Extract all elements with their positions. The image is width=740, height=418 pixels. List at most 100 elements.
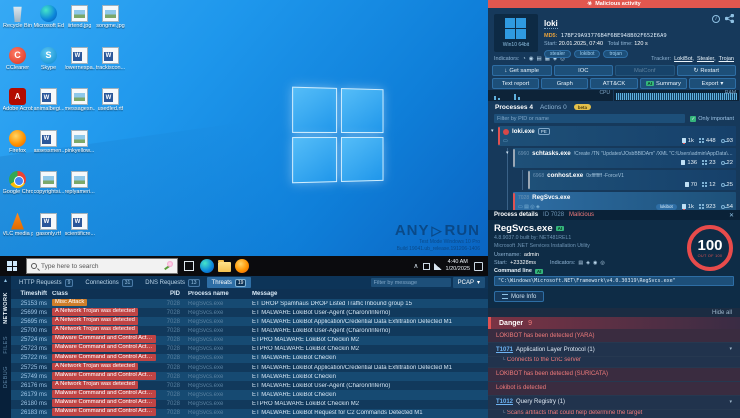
- desktop-icon-file[interactable]: scientificre...: [64, 211, 95, 253]
- desktop-icon-edge[interactable]: Microsoft Edge: [33, 3, 64, 45]
- files-stat[interactable]: 1k: [682, 204, 694, 210]
- mitre-technique-link[interactable]: T1012: [496, 399, 513, 405]
- desktop-icon-recycle-bin[interactable]: Recycle Bin: [2, 3, 33, 45]
- filter-message-input[interactable]: Filter by message: [371, 278, 451, 287]
- task-view-button[interactable]: [184, 261, 194, 271]
- registry-stat[interactable]: 93: [721, 138, 733, 144]
- table-row[interactable]: 25749 msMalware Command and Control Acti…: [11, 372, 488, 381]
- indicator-icon[interactable]: ◈: [586, 260, 590, 266]
- desktop-icon-acrobat[interactable]: AAdobe Acrobat: [2, 86, 33, 128]
- text-report-button[interactable]: Text report: [492, 78, 539, 89]
- tab-processes[interactable]: Processes 4: [495, 104, 533, 111]
- side-tab-debug[interactable]: DEBUG: [3, 366, 9, 388]
- registry-stat[interactable]: 22: [721, 160, 733, 166]
- summary-button[interactable]: AISummary: [640, 78, 687, 89]
- ai-badge[interactable]: AI: [535, 269, 544, 274]
- table-row[interactable]: 25723 msMalware Command and Control Acti…: [11, 345, 488, 354]
- tag-lokibot[interactable]: lokibot: [574, 50, 600, 58]
- tray-icon[interactable]: [423, 263, 430, 270]
- attack-button[interactable]: ATT&CK: [590, 78, 637, 89]
- ioc-button[interactable]: IOC: [554, 65, 614, 76]
- process-row-regsvcs[interactable]: 7028RegSvcs.exe ▭ ▤ ◎ ◈ lokibot 1k 923 5…: [513, 192, 736, 210]
- table-row[interactable]: 25695 msA Network Trojan was detected702…: [11, 317, 488, 326]
- command-line-value[interactable]: "C:\Windows\Microsoft.NET\Framework\v4.0…: [494, 276, 734, 286]
- danger-item[interactable]: LOKIBOT has been detected (SURICATA): [488, 368, 740, 382]
- desktop-icon-file[interactable]: lowernespa...: [64, 45, 95, 87]
- tag-stealer[interactable]: stealer: [544, 50, 571, 58]
- mitre-technique-link[interactable]: T1071: [496, 347, 513, 353]
- desktop-icon-vlc[interactable]: VLC media player: [2, 211, 33, 253]
- indicator-icon[interactable]: ◎: [600, 260, 604, 266]
- pcap-button[interactable]: PCAP▾: [453, 277, 485, 288]
- md5-value[interactable]: 17BF29A93776B4F6BE948B02F652E6A9: [561, 33, 667, 39]
- desktop-icon-firefox[interactable]: Firefox: [2, 128, 33, 170]
- export-button[interactable]: Export▾: [689, 78, 736, 89]
- file-explorer-icon[interactable]: [218, 262, 231, 272]
- danger-item-technique[interactable]: T1012Query Registry (1) ▾: [488, 396, 740, 410]
- table-row[interactable]: 26176 msA Network Trojan was detected702…: [11, 381, 488, 390]
- danger-header[interactable]: Danger 9: [488, 317, 740, 329]
- graph-button[interactable]: Graph: [541, 78, 588, 89]
- expander-icon[interactable]: ▾: [491, 128, 494, 134]
- desktop-icon-file[interactable]: animalbegi...: [33, 86, 64, 128]
- files-stat[interactable]: 1k: [682, 138, 694, 144]
- table-row[interactable]: 25699 msA Network Trojan was detected702…: [11, 308, 488, 317]
- table-row[interactable]: 25722 msMalware Command and Control Acti…: [11, 354, 488, 363]
- table-row[interactable]: 26179 msMalware Command and Control Acti…: [11, 390, 488, 399]
- taskbar-search[interactable]: Type here to search: [26, 258, 178, 274]
- danger-item-technique[interactable]: T1071Application Layer Protocol (1) ▾: [488, 343, 740, 357]
- danger-item[interactable]: Lokibot is detected: [488, 382, 740, 396]
- tray-chevron-icon[interactable]: ∧: [413, 262, 418, 270]
- task-name[interactable]: loki: [544, 19, 558, 29]
- desktop-icon-file[interactable]: trackiscon...: [95, 45, 126, 87]
- registry-stat[interactable]: 54: [721, 204, 733, 210]
- desktop-icon-ccleaner[interactable]: CCCleaner: [2, 45, 33, 87]
- collapse-panel-icon[interactable]: ▴: [4, 277, 7, 286]
- files-stat[interactable]: 70: [685, 182, 697, 188]
- desktop-icon-file[interactable]: iirtend.jpg: [64, 3, 95, 45]
- share-icon[interactable]: [725, 14, 734, 23]
- process-filter-input[interactable]: Filter by PID or name: [494, 114, 685, 123]
- network-icon[interactable]: [434, 263, 442, 270]
- side-tab-network[interactable]: NETWORK: [3, 292, 9, 324]
- indicator-icon[interactable]: ◉: [529, 56, 534, 62]
- restart-button[interactable]: ↻Restart: [677, 65, 737, 76]
- tag-trojan[interactable]: trojan: [603, 50, 628, 58]
- more-info-button[interactable]: More Info: [494, 291, 544, 302]
- files-stat[interactable]: 136: [681, 160, 697, 166]
- registry-stat[interactable]: 25: [721, 182, 733, 188]
- danger-subitem[interactable]: Scans artifacts that could help determin…: [488, 410, 740, 418]
- desktop-icon-file[interactable]: pinkyellow...: [64, 128, 95, 170]
- close-icon[interactable]: ✕: [729, 212, 734, 219]
- indicator-icon[interactable]: ▤: [537, 56, 542, 62]
- table-row[interactable]: 25700 msA Network Trojan was detected702…: [11, 326, 488, 335]
- desktop-icon-file[interactable]: usedled.rtf: [95, 86, 126, 128]
- desktop-icon-file[interactable]: copyrightsi...: [33, 169, 64, 211]
- table-row[interactable]: 25153 msMisc Attack7028RegSvcs.exeET DRO…: [11, 299, 488, 308]
- only-important-toggle[interactable]: ✓ Only important: [690, 116, 734, 122]
- action-center-icon[interactable]: [474, 262, 483, 271]
- indicator-icon[interactable]: ◉: [593, 260, 597, 266]
- desktop-icon-skype[interactable]: SSkype: [33, 45, 64, 87]
- desktop-icon-file[interactable]: replyameri...: [64, 169, 95, 211]
- malconf-button[interactable]: MalConf: [615, 65, 675, 76]
- tab-http-requests[interactable]: HTTP Requests9: [14, 277, 78, 288]
- indicator-icon[interactable]: ▤: [578, 260, 583, 266]
- process-row-loki[interactable]: ▾ loki.exePE ▭ 1k 448 93: [498, 126, 736, 146]
- danger-item[interactable]: LOKIBOT has been detected (YARA): [488, 329, 740, 343]
- get-sample-button[interactable]: ↓Get sample: [492, 65, 552, 76]
- ai-badge[interactable]: AI: [556, 226, 565, 231]
- desktop[interactable]: Recycle Bin Microsoft Edge iirtend.jpg s…: [0, 0, 488, 256]
- process-row-schtasks[interactable]: ▾ 6960schtasks.exe/Create /TN "Updates\J…: [513, 148, 736, 168]
- taskbar-edge-icon[interactable]: [200, 259, 214, 273]
- chevron-down-icon[interactable]: ▾: [729, 346, 732, 352]
- table-row[interactable]: 25724 msMalware Command and Control Acti…: [11, 336, 488, 345]
- taskbar-firefox-icon[interactable]: [235, 259, 249, 273]
- tray-clock[interactable]: 4:40 AM 1/20/2025: [446, 259, 470, 273]
- modules-stat[interactable]: 23: [702, 160, 715, 166]
- expander-icon[interactable]: ▾: [506, 150, 509, 156]
- tab-dns-requests[interactable]: DNS Requests13: [140, 277, 204, 288]
- side-tab-files[interactable]: FILES: [3, 336, 9, 354]
- indicator-icon[interactable]: ◔: [522, 56, 525, 62]
- desktop-icon-file[interactable]: songme.jpg: [95, 3, 126, 45]
